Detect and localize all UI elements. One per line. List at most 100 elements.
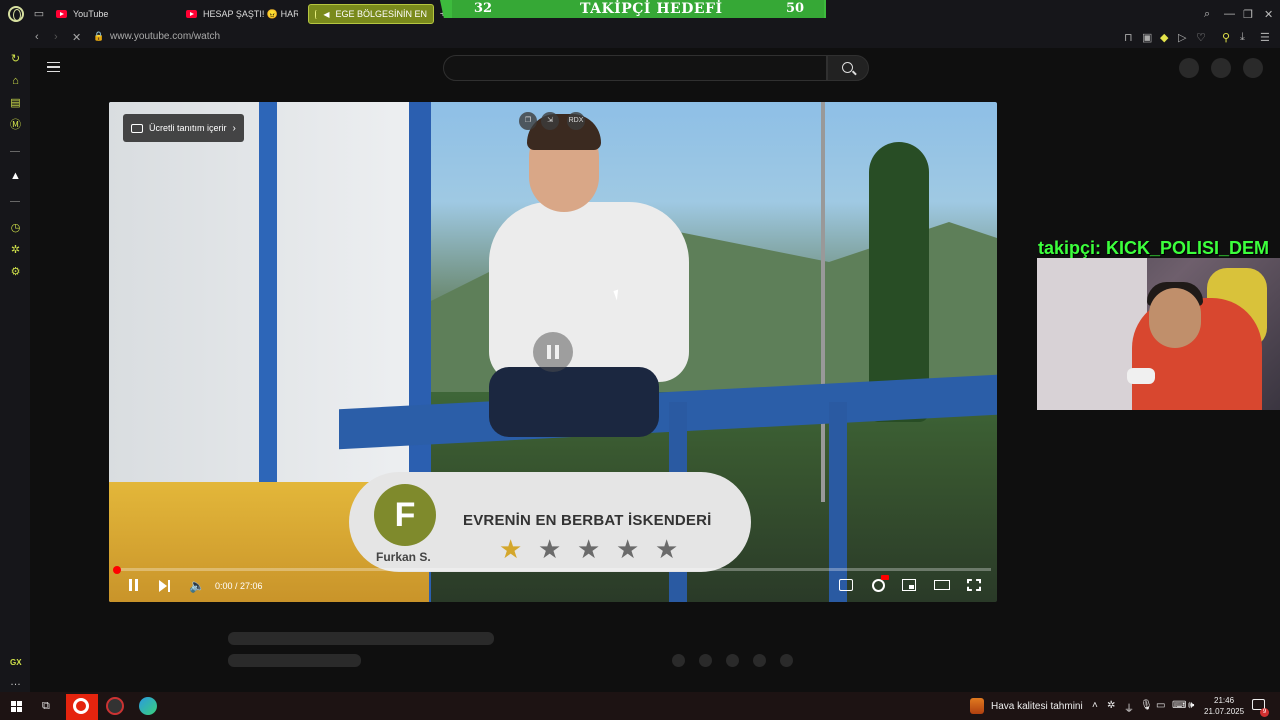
close-icon[interactable]: ✕ [1264,8,1273,21]
history-icon[interactable]: ◷ [9,222,22,235]
webcam-streamer-head [1149,288,1201,348]
clock[interactable]: 21:46 21.07.2025 [1204,695,1244,717]
follower-goal-current: 32 [474,1,493,16]
taskbar-app-icon[interactable] [106,697,124,715]
loading-spinner-icon [315,9,318,19]
tab-ege-bolgesinin[interactable]: ◀ EGE BÖLGESİNİN EN [308,4,434,24]
sidebar-divider [10,151,20,152]
easy-setup-icon[interactable]: ☰ [1260,31,1270,44]
clock-date: 21.07.2025 [1204,707,1245,716]
star-icon: ★ [538,534,562,564]
address-bar: ‹ › ✕ 🔒 www.youtube.com/watch ⊓ ▣ ◆ ▷ ♡ … [0,28,1280,48]
network-icon[interactable]: ⌨ [1172,700,1186,711]
task-view-icon[interactable]: ⧉ [42,700,50,713]
play-icon[interactable]: ▷ [1178,31,1186,44]
avatar[interactable] [1243,58,1263,78]
rdx-badge[interactable]: RDX [567,112,585,130]
pin-icon[interactable]: ⊓ [1124,31,1133,44]
copy-icon[interactable]: ❐ [519,112,537,130]
settings-gear-icon[interactable]: ⚙ [9,266,22,279]
opera-gx-logo-icon[interactable] [8,6,24,22]
search-tabs-icon[interactable]: ⌕ [1204,8,1210,21]
tab-youtube[interactable]: YouTube [50,4,170,24]
star-icon: ★ [655,534,679,564]
fullscreen-button[interactable] [967,579,981,591]
url-field[interactable]: www.youtube.com/watch [110,31,220,42]
hd-badge [881,575,889,580]
bluetooth-icon[interactable]: ✲ [1107,700,1115,711]
time-display: 0:00 / 27:06 [215,581,263,591]
hamburger-menu-icon[interactable] [47,62,60,72]
extensions-icon[interactable]: ✲ [9,244,22,257]
gx-control-icon[interactable]: ↻ [9,53,22,66]
tab-island-icon[interactable]: ▭ [33,8,45,20]
settings-button[interactable] [872,579,885,592]
video-player[interactable]: Ücretli tanıtım içerir › ❐ ⇲ RDX F Furka… [109,102,997,602]
star-icon: ★ [499,534,523,564]
gx-corner-icon[interactable]: ⌂ [9,75,22,88]
tab-label: EGE BÖLGESİNİN EN [335,9,427,19]
windows-start-icon[interactable] [11,701,22,712]
star-icon: ★ [577,534,601,564]
youtube-favicon-icon [56,10,67,18]
weather-icon[interactable] [970,698,984,714]
aria-ai-icon[interactable]: ▲ [9,170,22,183]
youtube-favicon-icon [186,10,197,18]
center-pause-icon[interactable] [533,332,573,372]
snapshot-icon[interactable]: ▣ [1142,31,1152,44]
chevron-up-icon[interactable]: ˄ [1092,700,1098,711]
skeleton-dot [753,654,766,667]
video-scene-person [489,202,689,382]
webcam-wall [1037,258,1147,410]
reviewer-name: Furkan S. [376,550,431,564]
microphone-icon[interactable]: 🎙 [1140,700,1153,711]
gx-news-icon[interactable]: ▤ [9,97,22,110]
title-skeleton [228,632,494,645]
theater-mode-button[interactable] [934,580,950,590]
gx-badge[interactable]: GX [10,658,22,667]
search-input[interactable] [443,55,827,81]
forward-arrow-icon[interactable]: › [54,31,58,43]
speaker-icon[interactable]: 🕪 [1188,700,1194,711]
speaker-icon: ◀ [323,9,330,19]
notification-count: 9 [1260,708,1269,717]
usb-icon[interactable]: ⏚ [1124,700,1134,715]
webcam-microphone [1127,368,1155,384]
minimize-icon[interactable]: — [1224,8,1235,20]
shield-icon[interactable]: ◆ [1160,31,1168,44]
next-button[interactable] [159,578,171,594]
gx-music-icon[interactable]: Ⓜ [9,119,22,132]
tab-hesap-sasti[interactable]: HESAP ŞAŞTI! 😠 HARCA [180,4,298,24]
maximize-icon[interactable]: ❐ [1243,8,1253,21]
search-icon[interactable] [827,55,869,81]
progress-bar[interactable] [115,568,991,571]
edge-icon[interactable] [139,697,157,715]
pause-button[interactable] [127,578,139,591]
display-icon[interactable]: ▭ [1156,700,1165,711]
create-button-placeholder[interactable] [1179,58,1199,78]
more-options-icon[interactable]: … [9,676,22,689]
progress-scrubber[interactable] [113,566,121,574]
follower-goal-target: 50 [786,1,805,16]
download-icon[interactable]: ⤓ [1240,31,1245,44]
stop-loading-icon[interactable]: ✕ [72,31,81,44]
windows-taskbar [0,692,1280,720]
weather-label[interactable]: Hava kalitesi tahmini [991,701,1083,712]
streamer-webcam [1037,258,1280,410]
pop-out-icon[interactable]: ⇲ [541,112,559,130]
notifications-button-placeholder[interactable] [1211,58,1231,78]
heart-icon[interactable]: ♡ [1196,31,1206,44]
promo-icon [131,123,143,133]
subtitles-button[interactable] [839,579,853,591]
reviewer-avatar: F [374,484,436,546]
volume-icon[interactable]: 🔈 [189,578,205,594]
review-text: EVRENİN EN BERBAT İSKENDERİ [463,512,712,529]
opera-gx-icon[interactable] [73,698,89,714]
back-arrow-icon[interactable]: ‹ [35,31,39,43]
star-icon: ★ [616,534,640,564]
video-scene-fence-post [829,402,847,602]
profile-icon[interactable]: ⚲ [1222,31,1230,44]
paid-promotion-chip[interactable]: Ücretli tanıtım içerir › [123,114,244,142]
skeleton-dot [672,654,685,667]
miniplayer-button[interactable] [902,579,916,591]
